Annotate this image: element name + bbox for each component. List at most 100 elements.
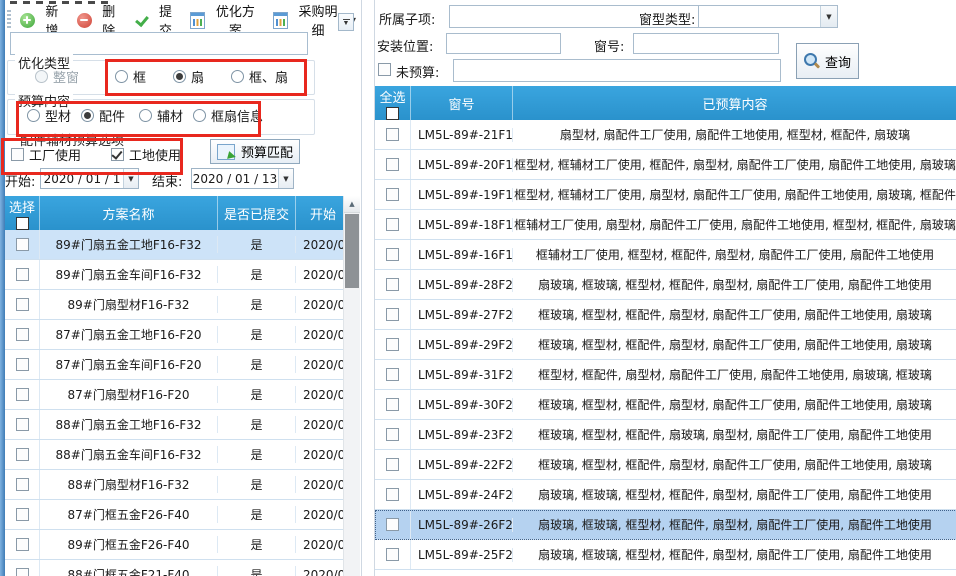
toolbar-grip[interactable] — [7, 10, 11, 30]
radio-opt-type-1[interactable]: 框 — [115, 68, 146, 84]
table-row[interactable]: 88#门扇五金工地F16-F32 是 2020/0 — [5, 410, 344, 440]
row-checkbox[interactable] — [16, 448, 29, 461]
table-row[interactable]: LM5L-89#-18F16 框辅材工厂使用, 扇型材, 扇配件工厂使用, 扇配… — [375, 210, 956, 240]
no-budget-label: 未预算: — [396, 62, 439, 81]
window-no-cell: LM5L-89#-16F15 — [411, 248, 513, 262]
row-checkbox[interactable] — [16, 358, 29, 371]
plans-table-scrollbar[interactable]: ▲ — [343, 196, 360, 576]
table-row[interactable]: LM5L-89#-25F23 扇玻璃, 框玻璃, 框型材, 框配件, 扇型材, … — [375, 540, 956, 570]
scroll-up-icon[interactable]: ▲ — [344, 196, 360, 213]
row-checkbox[interactable] — [16, 328, 29, 341]
checkbox-usage-1[interactable]: 工地使用 — [111, 146, 181, 162]
radio-icon — [193, 109, 206, 122]
delete-icon — [77, 13, 92, 28]
row-checkbox[interactable] — [16, 538, 29, 551]
row-checkbox[interactable] — [386, 398, 399, 411]
radio-budget-1[interactable]: 配件 — [81, 107, 125, 123]
row-checkbox[interactable] — [386, 428, 399, 441]
select-all-checkbox[interactable] — [386, 107, 399, 120]
row-checkbox[interactable] — [16, 418, 29, 431]
row-checkbox[interactable] — [16, 568, 29, 576]
end-date-value: 2020 / 01 / 13 — [192, 169, 278, 188]
table-row[interactable]: LM5L-89#-21F19 扇型材, 扇配件工厂使用, 扇配件工地使用, 框型… — [375, 120, 956, 150]
budgeted-content-cell: 框型材, 框辅材工厂使用, 扇型材, 扇配件工厂使用, 扇配件工地使用, 扇玻璃… — [513, 186, 956, 203]
table-row[interactable]: LM5L-89#-24F22 扇玻璃, 框玻璃, 框型材, 框配件, 扇型材, … — [375, 480, 956, 510]
row-checkbox[interactable] — [386, 218, 399, 231]
no-budget-checkbox[interactable] — [378, 63, 391, 76]
query-button[interactable]: 查询 — [796, 43, 859, 79]
table-row[interactable]: 87#门扇五金车间F16-F20 是 2020/0 — [5, 350, 344, 380]
table-row[interactable]: 88#门扇型材F16-F32 是 2020/0 — [5, 470, 344, 500]
row-checkbox[interactable] — [16, 508, 29, 521]
no-budget-input[interactable] — [453, 59, 781, 82]
table-row[interactable]: 89#门扇五金工地F16-F32 是 2020/0 — [5, 230, 344, 260]
budgeted-content-cell: 扇型材, 扇配件工厂使用, 扇配件工地使用, 框型材, 框配件, 扇玻璃 — [513, 126, 956, 143]
radio-opt-type-3[interactable]: 框、扇 — [231, 68, 288, 84]
table-row[interactable]: LM5L-89#-27F25 框玻璃, 框型材, 框配件, 扇型材, 扇配件工厂… — [375, 300, 956, 330]
budget-match-window: 新增 删除 提交 优化方案 采购明细 ▼ ▼ — [0, 0, 956, 576]
window-no-input[interactable] — [633, 33, 779, 54]
row-checkbox[interactable] — [386, 458, 399, 471]
table-row[interactable]: LM5L-89#-31F29 框型材, 框配件, 扇型材, 扇配件工厂使用, 扇… — [375, 360, 956, 390]
plan-name-cell: 88#门扇五金工地F16-F32 — [40, 416, 218, 433]
chevron-down-icon[interactable]: ▼ — [278, 169, 293, 188]
window-no-cell: LM5L-89#-25F23 — [411, 548, 513, 562]
scrollbar-thumb[interactable] — [345, 214, 359, 288]
table-row[interactable]: LM5L-89#-28F26 扇玻璃, 框玻璃, 框型材, 框配件, 扇型材, … — [375, 270, 956, 300]
checkbox-usage-0[interactable]: 工厂使用 — [11, 146, 81, 162]
select-all-checkbox[interactable] — [16, 217, 29, 230]
start-date-cell: 2020/0 — [296, 538, 344, 552]
chevron-down-icon[interactable]: ▼ — [820, 6, 837, 27]
row-checkbox[interactable] — [386, 338, 399, 351]
table-row[interactable]: LM5L-89#-19F17 框型材, 框辅材工厂使用, 扇型材, 扇配件工厂使… — [375, 180, 956, 210]
table-row[interactable]: LM5L-89#-30F28 框玻璃, 框型材, 框配件, 扇型材, 扇配件工厂… — [375, 390, 956, 420]
chevron-down-icon[interactable]: ▼ — [123, 169, 138, 188]
header-window-no: 窗号 — [411, 86, 513, 120]
submitted-cell: 是 — [218, 566, 296, 576]
row-checkbox[interactable] — [386, 158, 399, 171]
row-checkbox[interactable] — [386, 308, 399, 321]
row-checkbox[interactable] — [16, 388, 29, 401]
row-checkbox[interactable] — [16, 298, 29, 311]
table-row[interactable]: LM5L-89#-20F18 框型材, 框辅材工厂使用, 框配件, 扇型材, 扇… — [375, 150, 956, 180]
row-checkbox[interactable] — [16, 238, 29, 251]
table-row[interactable]: 87#门扇五金工地F16-F20 是 2020/0 — [5, 320, 344, 350]
start-date-picker[interactable]: 2020 / 01 / 1 ▼ — [40, 168, 139, 189]
row-checkbox[interactable] — [386, 128, 399, 141]
row-checkbox[interactable] — [386, 368, 399, 381]
toolbar-overflow-button[interactable]: ▼ — [338, 13, 354, 31]
budget-match-button[interactable]: 预算匹配 — [210, 139, 300, 164]
row-checkbox[interactable] — [386, 548, 399, 561]
table-row[interactable]: 87#门框五金F26-F40 是 2020/0 — [5, 500, 344, 530]
end-date-picker[interactable]: 2020 / 01 / 13 ▼ — [191, 168, 294, 189]
row-checkbox[interactable] — [386, 188, 399, 201]
table-row[interactable]: LM5L-89#-29F27 框玻璃, 框型材, 框配件, 扇型材, 扇配件工厂… — [375, 330, 956, 360]
row-checkbox[interactable] — [386, 248, 399, 261]
table-row[interactable]: LM5L-89#-23F21 框玻璃, 框型材, 框配件, 扇玻璃, 扇型材, … — [375, 420, 956, 450]
radio-budget-0[interactable]: 型材 — [27, 107, 71, 123]
radio-budget-2[interactable]: 辅材 — [139, 107, 183, 123]
row-checkbox[interactable] — [386, 488, 399, 501]
table-row[interactable]: 88#门框五金F21-F40 是 2020/0 — [5, 560, 344, 576]
install-position-input[interactable] — [446, 33, 561, 54]
radio-budget-3[interactable]: 框扇信息 — [193, 107, 263, 123]
radio-label: 辅材 — [157, 106, 183, 125]
row-checkbox[interactable] — [386, 278, 399, 291]
table-row[interactable]: 88#门扇五金车间F16-F32 是 2020/0 — [5, 440, 344, 470]
window-no-cell: LM5L-89#-23F21 — [411, 428, 513, 442]
window-type-select[interactable]: ▼ — [698, 5, 838, 28]
table-row[interactable]: 89#门扇五金车间F16-F32 是 2020/0 — [5, 260, 344, 290]
row-checkbox[interactable] — [16, 478, 29, 491]
table-row[interactable]: 89#门扇型材F16-F32 是 2020/0 — [5, 290, 344, 320]
row-checkbox[interactable] — [386, 518, 399, 531]
plan-filter-input[interactable] — [10, 32, 308, 55]
table-row[interactable]: 89#门框五金F26-F40 是 2020/0 — [5, 530, 344, 560]
table-row[interactable]: 87#门扇型材F16-F20 是 2020/0 — [5, 380, 344, 410]
table-row[interactable]: LM5L-89#-22F20 框玻璃, 框型材, 框配件, 扇型材, 扇配件工厂… — [375, 450, 956, 480]
radio-opt-type-2[interactable]: 扇 — [173, 68, 204, 84]
window-no-cell: LM5L-89#-31F29 — [411, 368, 513, 382]
budgeted-content-cell: 框型材, 框辅材工厂使用, 框配件, 扇型材, 扇配件工厂使用, 扇配件工地使用… — [513, 156, 956, 173]
table-row[interactable]: LM5L-89#-26F24 扇玻璃, 框玻璃, 框型材, 框配件, 扇型材, … — [375, 510, 956, 540]
table-row[interactable]: LM5L-89#-16F15 框辅材工厂使用, 框型材, 框配件, 扇型材, 扇… — [375, 240, 956, 270]
row-checkbox[interactable] — [16, 268, 29, 281]
